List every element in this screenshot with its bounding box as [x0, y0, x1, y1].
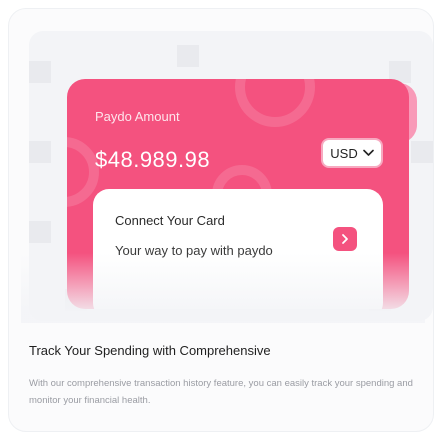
grid-tile — [177, 45, 199, 67]
chevron-down-icon — [362, 149, 374, 156]
grid-tile — [29, 141, 51, 163]
page: Paydo Amount $48.989.98 USD Connect Your… — [0, 0, 439, 438]
currency-select-button[interactable]: USD — [321, 138, 383, 168]
grid-tile — [29, 61, 51, 83]
balance-amount: $48.989.98 — [95, 147, 211, 172]
connect-card-button[interactable] — [333, 227, 357, 251]
balance-label: Paydo Amount — [95, 109, 180, 124]
decor-ring — [235, 79, 315, 127]
grid-tile — [411, 141, 433, 163]
connect-card-title: Connect Your Card — [115, 213, 225, 228]
feature-heading: Track Your Spending with Comprehensive — [29, 343, 271, 358]
chevron-right-icon — [342, 234, 348, 244]
feature-card: Paydo Amount $48.989.98 USD Connect Your… — [8, 8, 434, 432]
feature-description: With our comprehensive transaction histo… — [29, 378, 413, 406]
illustration-fade — [21, 253, 425, 323]
grid-tile — [29, 221, 51, 243]
currency-label: USD — [330, 145, 358, 161]
